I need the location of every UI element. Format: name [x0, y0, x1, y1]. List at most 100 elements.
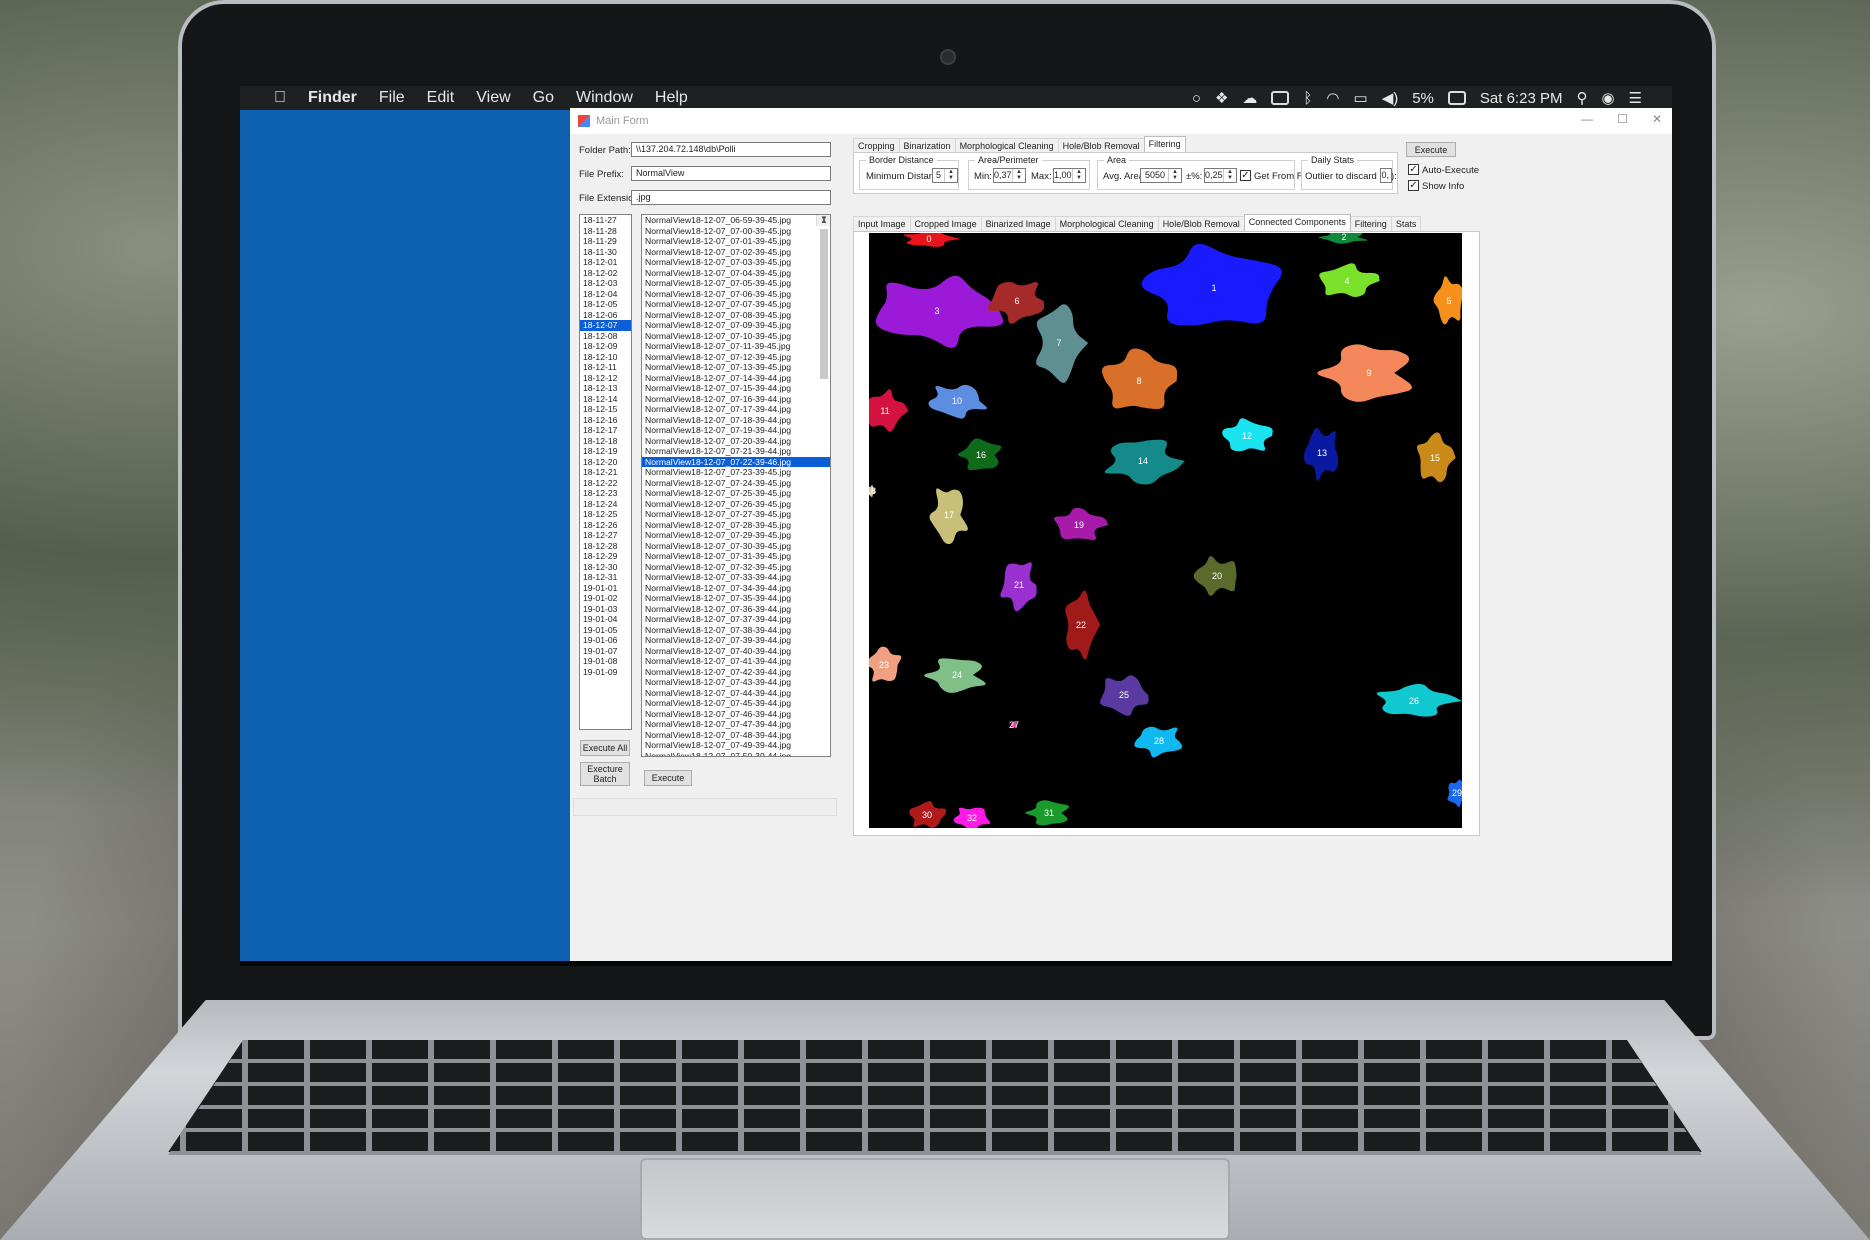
date-list-item[interactable]: 18-12-31	[580, 572, 631, 583]
date-list-item[interactable]: 18-12-30	[580, 562, 631, 573]
execute-top-button[interactable]: Execute	[1406, 142, 1456, 157]
menu-file[interactable]: File	[379, 89, 405, 107]
date-list-item[interactable]: 18-12-18	[580, 436, 631, 447]
file-list-item[interactable]: NormalView18-12-07_07-05-39-45.jpg	[642, 278, 830, 289]
min-spinner[interactable]: 0,37 ▲ ▼	[993, 168, 1026, 183]
file-list-item[interactable]: NormalView18-12-07_07-23-39-45.jpg	[642, 467, 830, 478]
date-list-item[interactable]: 19-01-05	[580, 625, 631, 636]
notification-center-icon[interactable]: ☰	[1629, 89, 1642, 107]
file-extension-input[interactable]: .jpg	[631, 190, 831, 205]
file-list-item[interactable]: NormalView18-12-07_07-40-39-44.jpg	[642, 646, 830, 657]
date-list-item[interactable]: 18-12-07	[580, 320, 631, 331]
file-list-item[interactable]: NormalView18-12-07_07-26-39-45.jpg	[642, 499, 830, 510]
file-list-item[interactable]: NormalView18-12-07_07-21-39-44.jpg	[642, 446, 830, 457]
file-list-item[interactable]: NormalView18-12-07_07-04-39-45.jpg	[642, 268, 830, 279]
date-list-item[interactable]: 18-12-20	[580, 457, 631, 468]
file-list-item[interactable]: NormalView18-12-07_07-24-39-45.jpg	[642, 478, 830, 489]
date-list-item[interactable]: 18-12-12	[580, 373, 631, 384]
file-list-scrollbar[interactable]: ▲ ▼	[816, 215, 830, 379]
file-list-item[interactable]: NormalView18-12-07_07-16-39-44.jpg	[642, 394, 830, 405]
menu-help[interactable]: Help	[655, 89, 688, 107]
file-list-item[interactable]: NormalView18-12-07_07-48-39-44.jpg	[642, 730, 830, 741]
spinner-arrows-icon[interactable]: ▲ ▼	[1168, 169, 1181, 182]
date-list-item[interactable]: 19-01-02	[580, 593, 631, 604]
file-list-item[interactable]: NormalView18-12-07_07-25-39-45.jpg	[642, 488, 830, 499]
date-list-item[interactable]: 18-12-05	[580, 299, 631, 310]
folder-path-input[interactable]: \\137.204.72.148\db\Polli	[631, 142, 831, 157]
circle-icon[interactable]: ○	[1192, 90, 1201, 107]
file-list-item[interactable]: NormalView18-12-07_07-29-39-45.jpg	[642, 530, 830, 541]
date-list-item[interactable]: 19-01-09	[580, 667, 631, 678]
menu-finder[interactable]: Finder	[308, 89, 357, 107]
maximize-icon[interactable]: ☐	[1617, 112, 1628, 126]
file-list-item[interactable]: NormalView18-12-07_07-32-39-45.jpg	[642, 562, 830, 573]
file-list-item[interactable]: NormalView18-12-07_07-07-39-45.jpg	[642, 299, 830, 310]
date-list-item[interactable]: 18-12-04	[580, 289, 631, 300]
file-list-item[interactable]: NormalView18-12-07_07-13-39-45.jpg	[642, 362, 830, 373]
file-list-item[interactable]: NormalView18-12-07_07-14-39-44.jpg	[642, 373, 830, 384]
date-list-item[interactable]: 18-12-02	[580, 268, 631, 279]
date-list-item[interactable]: 18-11-27	[580, 215, 631, 226]
date-list-item[interactable]: 18-12-26	[580, 520, 631, 531]
outlier-spinner[interactable]: 0,	[1380, 168, 1392, 183]
date-list-item[interactable]: 18-12-10	[580, 352, 631, 363]
date-list-item[interactable]: 18-12-06	[580, 310, 631, 321]
volume-icon[interactable]: ◀)	[1382, 89, 1399, 107]
file-list-item[interactable]: NormalView18-12-07_07-10-39-45.jpg	[642, 331, 830, 342]
file-prefix-input[interactable]: NormalView	[631, 166, 831, 181]
display-icon[interactable]	[1271, 91, 1290, 105]
clock[interactable]: Sat 6:23 PM	[1480, 90, 1563, 107]
file-list-item[interactable]: NormalView18-12-07_07-47-39-44.jpg	[642, 719, 830, 730]
execute-all-button[interactable]: Execute All	[580, 740, 630, 756]
date-list-item[interactable]: 18-12-11	[580, 362, 631, 373]
date-list-item[interactable]: 18-12-22	[580, 478, 631, 489]
date-list-item[interactable]: 18-12-21	[580, 467, 631, 478]
file-list-item[interactable]: NormalView18-12-07_07-49-39-44.jpg	[642, 740, 830, 751]
file-list-item[interactable]: NormalView18-12-07_07-09-39-45.jpg	[642, 320, 830, 331]
spinner-arrows-icon[interactable]: ▲ ▼	[1012, 169, 1025, 182]
file-list-item[interactable]: NormalView18-12-07_07-01-39-45.jpg	[642, 236, 830, 247]
file-list-item[interactable]: NormalView18-12-07_07-12-39-45.jpg	[642, 352, 830, 363]
file-list-item[interactable]: NormalView18-12-07_07-41-39-44.jpg	[642, 656, 830, 667]
date-list-item[interactable]: 18-12-17	[580, 425, 631, 436]
date-list-item[interactable]: 18-11-29	[580, 236, 631, 247]
file-list-item[interactable]: NormalView18-12-07_07-22-39-46.jpg	[642, 456, 830, 467]
search-icon[interactable]: ⚲	[1576, 89, 1587, 107]
date-list-item[interactable]: 19-01-06	[580, 635, 631, 646]
file-list-item[interactable]: NormalView18-12-07_07-30-39-45.jpg	[642, 541, 830, 552]
file-list-item[interactable]: NormalView18-12-07_07-38-39-44.jpg	[642, 625, 830, 636]
execute-batch-button[interactable]: Execture Batch	[580, 762, 630, 786]
file-list-item[interactable]: NormalView18-12-07_07-46-39-44.jpg	[642, 709, 830, 720]
file-list-item[interactable]: NormalView18-12-07_07-19-39-44.jpg	[642, 425, 830, 436]
date-list-item[interactable]: 19-01-01	[580, 583, 631, 594]
file-list-item[interactable]: NormalView18-12-07_07-00-39-45.jpg	[642, 226, 830, 237]
battery-icon[interactable]	[1447, 91, 1466, 105]
date-list-item[interactable]: 18-12-29	[580, 551, 631, 562]
menu-view[interactable]: View	[476, 89, 510, 107]
date-list-item[interactable]: 19-01-08	[580, 656, 631, 667]
file-list-item[interactable]: NormalView18-12-07_07-20-39-44.jpg	[642, 436, 830, 447]
execute-file-button[interactable]: Execute	[644, 770, 692, 786]
bluetooth-icon[interactable]: ᛒ	[1303, 90, 1312, 107]
pm-spinner[interactable]: 0,25 ▲ ▼	[1204, 168, 1237, 183]
show-info-checkbox[interactable]: ✓	[1408, 180, 1419, 191]
file-list-item[interactable]: NormalView18-12-07_07-33-39-44.jpg	[642, 572, 830, 583]
menu-window[interactable]: Window	[576, 89, 633, 107]
file-list-item[interactable]: NormalView18-12-07_07-45-39-44.jpg	[642, 698, 830, 709]
date-list-item[interactable]: 18-12-13	[580, 383, 631, 394]
menu-edit[interactable]: Edit	[427, 89, 455, 107]
wifi-icon[interactable]: ◠	[1326, 89, 1339, 107]
file-list-item[interactable]: NormalView18-12-07_07-15-39-44.jpg	[642, 383, 830, 394]
file-list-item[interactable]: NormalView18-12-07_07-27-39-45.jpg	[642, 509, 830, 520]
file-list-item[interactable]: NormalView18-12-07_07-31-39-45.jpg	[642, 551, 830, 562]
auto-execute-checkbox[interactable]: ✓	[1408, 164, 1419, 175]
minimize-icon[interactable]: —	[1581, 112, 1593, 126]
file-list-item[interactable]: NormalView18-12-07_07-39-39-44.jpg	[642, 635, 830, 646]
view-tab-connected-components[interactable]: Connected Components	[1243, 214, 1351, 231]
max-spinner[interactable]: 1,00 ▲ ▼	[1053, 168, 1086, 183]
file-list-item[interactable]: NormalView18-12-07_06-59-39-45.jpg	[642, 215, 830, 226]
cloud-icon[interactable]: ☁	[1242, 89, 1257, 107]
file-list-item[interactable]: NormalView18-12-07_07-28-39-45.jpg	[642, 520, 830, 531]
date-list-item[interactable]: 18-12-28	[580, 541, 631, 552]
date-list-item[interactable]: 18-12-25	[580, 509, 631, 520]
